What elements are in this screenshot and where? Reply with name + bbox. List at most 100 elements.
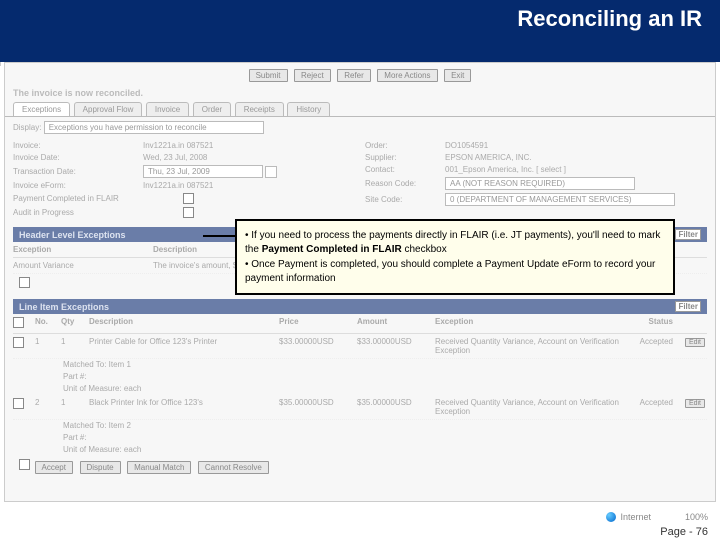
lle-row1-no: 1 xyxy=(35,337,61,355)
contact-label: Contact: xyxy=(365,165,445,174)
lle-col-desc: Description xyxy=(89,317,279,330)
lle-row1-amt: $33.00000USD xyxy=(357,337,435,355)
lle-row1-uom: Unit of Measure: each xyxy=(13,383,707,395)
more-actions-button[interactable]: More Actions xyxy=(377,69,437,82)
lle-row2-stat: Accepted xyxy=(621,398,673,416)
display-row: Display: Exceptions you have permission … xyxy=(5,117,715,134)
submit-button[interactable]: Submit xyxy=(249,69,288,82)
lle-footer-checkbox[interactable] xyxy=(19,459,30,470)
globe-icon xyxy=(606,512,616,522)
supplier-label: Supplier: xyxy=(365,153,445,162)
callout-p1c: checkbox xyxy=(402,244,447,255)
lle-row1-desc: Printer Cable for Office 123's Printer xyxy=(89,337,279,355)
lle-row1-checkbox[interactable] xyxy=(13,337,24,348)
lle-col-price: Price xyxy=(279,317,357,330)
right-column: Order:DO1054591 Supplier:EPSON AMERICA, … xyxy=(365,138,707,221)
lle-footer-btns: Accept Dispute Manual Match Cannot Resol… xyxy=(13,456,707,477)
lle-row2-part: Part #: xyxy=(13,432,707,444)
audit-in-progress-label: Audit in Progress xyxy=(13,208,183,217)
lle-row2-uom: Unit of Measure: each xyxy=(13,444,707,456)
page-number: Page - 76 xyxy=(660,526,708,538)
lle-row2-amt: $35.00000USD xyxy=(357,398,435,416)
contact-value: 001_Epson America, Inc. [ select ] xyxy=(445,165,566,174)
lle-col-no: No. xyxy=(35,317,61,330)
lle-row2-qty: 1 xyxy=(61,398,89,416)
lle-row-2: 2 1 Black Printer Ink for Office 123's $… xyxy=(13,395,707,420)
left-column: Invoice: Inv1221a.in 087521 Invoice Date:… xyxy=(13,138,355,221)
tab-receipts[interactable]: Receipts xyxy=(235,102,284,116)
transaction-date-input[interactable]: Thu, 23 Jul, 2009 xyxy=(143,165,263,178)
reconciled-status: The invoice is now reconciled. xyxy=(5,86,715,100)
lle-table-head: No. Qty Description Price Amount Excepti… xyxy=(13,314,707,334)
lle-row1-exc: Received Quantity Variance, Account on V… xyxy=(435,337,621,355)
lle-row1-edit-button[interactable]: Edit xyxy=(685,338,705,347)
tab-invoice[interactable]: Invoice xyxy=(146,102,189,116)
calendar-icon[interactable] xyxy=(265,166,277,178)
lle-filter[interactable]: Filter xyxy=(675,301,701,312)
invoice-eform-label: Invoice eForm: xyxy=(13,181,143,190)
lle-col-status: Status xyxy=(621,317,673,330)
callout-box: • If you need to process the payments di… xyxy=(235,219,675,295)
lle-select-all-checkbox[interactable] xyxy=(13,317,24,328)
lle-row2-edit-button[interactable]: Edit xyxy=(685,399,705,408)
tab-approval-flow[interactable]: Approval Flow xyxy=(74,102,143,116)
invoice-date-value: Wed, 23 Jul, 2008 xyxy=(143,153,207,162)
lle-row-1: 1 1 Printer Cable for Office 123's Print… xyxy=(13,334,707,359)
lle-row1-price: $33.00000USD xyxy=(279,337,357,355)
zoom-label: 100% xyxy=(685,512,708,522)
internet-label: Internet xyxy=(620,512,651,522)
reason-code-select[interactable]: AA (NOT REASON REQUIRED) xyxy=(445,177,635,190)
tab-order[interactable]: Order xyxy=(193,102,231,116)
reject-button[interactable]: Reject xyxy=(294,69,331,82)
cannot-resolve-button[interactable]: Cannot Resolve xyxy=(198,461,269,474)
lle-row2-desc: Black Printer Ink for Office 123's xyxy=(89,398,279,416)
payment-completed-checkbox[interactable] xyxy=(183,193,194,204)
callout-p1b: Payment Completed in FLAIR xyxy=(262,244,402,255)
tab-strip: Exceptions Approval Flow Invoice Order R… xyxy=(5,100,715,117)
refer-button[interactable]: Refer xyxy=(337,69,371,82)
lle-row1-part: Part #: xyxy=(13,371,707,383)
tab-history[interactable]: History xyxy=(287,102,330,116)
lle-col-qty: Qty xyxy=(61,317,89,330)
order-label: Order: xyxy=(365,141,445,150)
line-item-exceptions-bar: Line Item Exceptions Filter xyxy=(13,299,707,314)
dispute-button[interactable]: Dispute xyxy=(80,461,121,474)
lle-row1-stat: Accepted xyxy=(621,337,673,355)
invoice-label: Invoice: xyxy=(13,141,143,150)
site-code-select[interactable]: 0 (DEPARTMENT OF MANAGEMENT SERVICES) xyxy=(445,193,675,206)
exit-button[interactable]: Exit xyxy=(444,69,471,82)
hle-filter[interactable]: Filter xyxy=(675,229,701,240)
display-select[interactable]: Exceptions you have permission to reconc… xyxy=(44,121,264,134)
audit-in-progress-checkbox[interactable] xyxy=(183,207,194,218)
slide-title-bar: Reconciling an IR xyxy=(0,0,720,62)
browser-status-strip: Internet 100% xyxy=(606,512,708,522)
lle-row2-checkbox[interactable] xyxy=(13,398,24,409)
action-button-row: Submit Reject Refer More Actions Exit xyxy=(5,63,715,86)
site-code-label: Site Code: xyxy=(365,195,445,204)
transaction-date-label: Transaction Date: xyxy=(13,167,143,176)
lle-col-exception: Exception xyxy=(435,317,621,330)
manual-match-button[interactable]: Manual Match xyxy=(127,461,191,474)
callout-p2: • Once Payment is completed, you should … xyxy=(245,258,665,285)
screenshot-panel: Submit Reject Refer More Actions Exit Th… xyxy=(4,62,716,502)
lle-col-amount: Amount xyxy=(357,317,435,330)
order-value: DO1054591 xyxy=(445,141,488,150)
hle-row-checkbox[interactable] xyxy=(19,277,30,288)
lle-row2-no: 2 xyxy=(35,398,61,416)
display-label: Display: xyxy=(13,123,41,132)
lle-row1-matched: Matched To: Item 1 xyxy=(13,359,707,371)
invoice-eform-value: Inv1221a.in 087521 xyxy=(143,181,213,190)
hle-col-exception: Exception xyxy=(13,245,153,254)
invoice-date-label: Invoice Date: xyxy=(13,153,143,162)
supplier-value: EPSON AMERICA, INC. xyxy=(445,153,532,162)
tab-exceptions[interactable]: Exceptions xyxy=(13,102,70,116)
callout-connector-line xyxy=(203,235,237,237)
lle-row2-matched: Matched To: Item 2 xyxy=(13,420,707,432)
slide-title: Reconciling an IR xyxy=(517,6,702,31)
hle-row-exception: Amount Variance xyxy=(13,261,153,270)
accept-button[interactable]: Accept xyxy=(35,461,73,474)
lle-row2-price: $35.00000USD xyxy=(279,398,357,416)
payment-completed-label: Payment Completed in FLAIR xyxy=(13,194,183,203)
reason-code-label: Reason Code: xyxy=(365,179,445,188)
lle-row2-exc: Received Quantity Variance, Account on V… xyxy=(435,398,621,416)
